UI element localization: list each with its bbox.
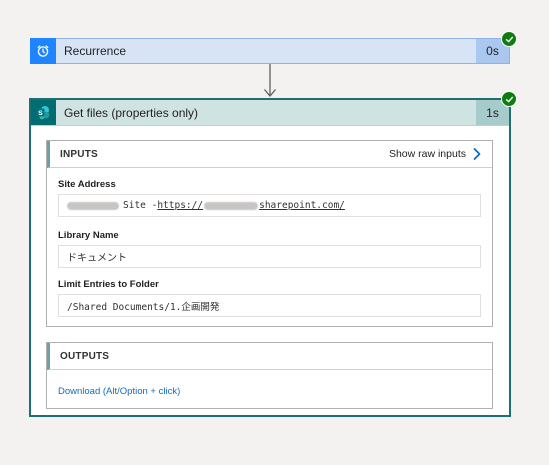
sharepoint-icon: S	[31, 100, 56, 125]
flow-connector-arrow	[264, 64, 276, 98]
get-files-step-card: S Get files (properties only) 1s INPUTS …	[29, 98, 511, 417]
site-address-prefix: Site -	[123, 200, 158, 211]
success-check-icon	[501, 91, 517, 107]
show-raw-inputs-link[interactable]: Show raw inputs	[389, 148, 466, 160]
get-files-step-title: Get files (properties only)	[64, 105, 199, 120]
redacted-text	[67, 201, 119, 210]
limit-folder-label: Limit Entries to Folder	[58, 279, 159, 290]
outputs-panel: OUTPUTS Download (Alt/Option + click)	[46, 342, 493, 409]
library-name-value: ドキュメント	[58, 245, 481, 268]
site-address-url-end: sharepoint.com/	[259, 200, 345, 211]
redacted-host	[204, 201, 259, 210]
outputs-header: OUTPUTS	[60, 350, 110, 362]
svg-text:S: S	[38, 110, 43, 117]
outputs-panel-header: OUTPUTS	[47, 343, 492, 370]
library-name-label: Library Name	[58, 230, 119, 241]
inputs-panel: INPUTS Show raw inputs Site Address Site…	[46, 140, 493, 327]
site-address-value: Site - https:// sharepoint.com/	[58, 194, 481, 217]
get-files-step-header[interactable]: S Get files (properties only) 1s	[31, 100, 509, 126]
recurrence-step-title: Recurrence	[64, 44, 127, 58]
limit-folder-value: /Shared Documents/1.企画開発	[58, 294, 481, 317]
recurrence-step-card[interactable]: Recurrence 0s	[30, 37, 510, 64]
alarm-clock-icon	[30, 37, 56, 64]
chevron-right-icon[interactable]	[470, 147, 484, 161]
site-address-url-start: https://	[157, 200, 204, 211]
site-address-url: https:// sharepoint.com/	[157, 200, 345, 211]
download-link[interactable]: Download (Alt/Option + click)	[58, 386, 492, 397]
inputs-panel-header: INPUTS Show raw inputs	[47, 141, 492, 168]
inputs-header: INPUTS	[60, 148, 98, 160]
site-address-label: Site Address	[58, 179, 116, 190]
success-check-icon	[501, 31, 517, 47]
